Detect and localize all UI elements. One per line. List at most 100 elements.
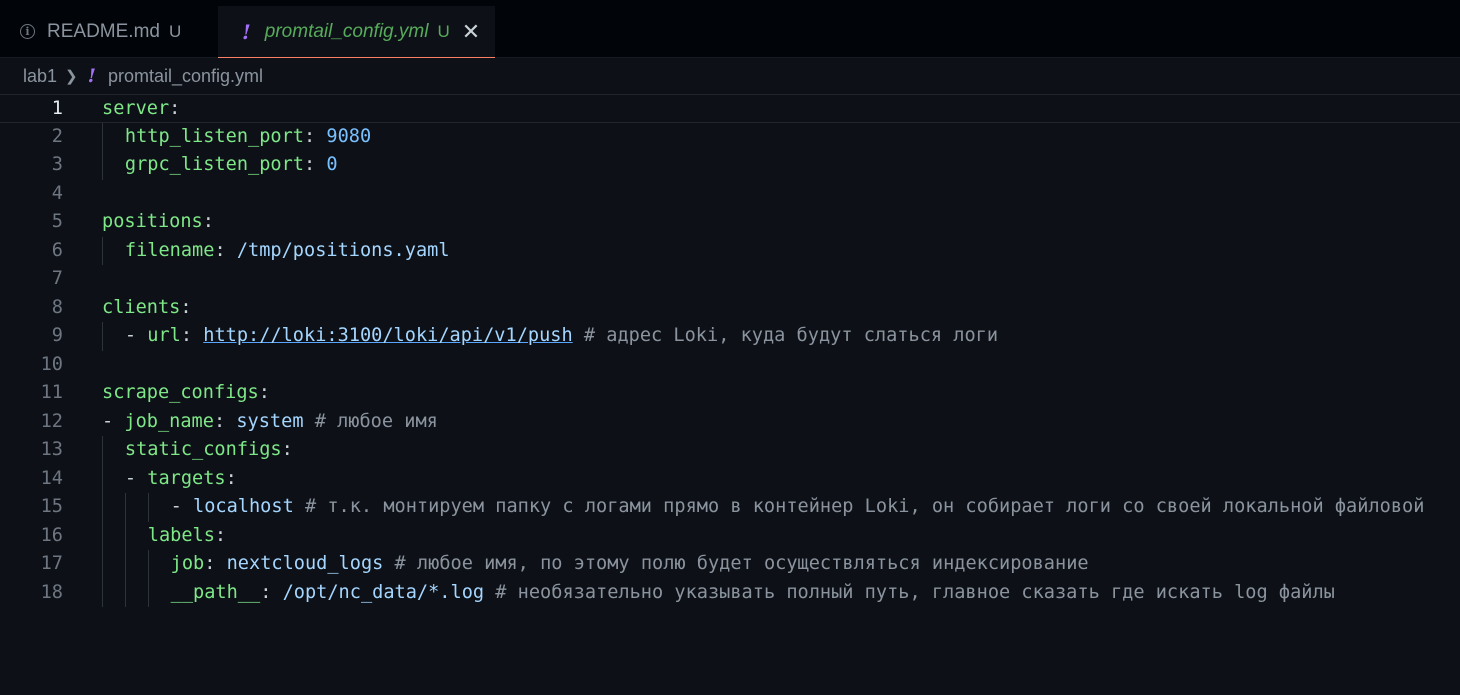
- code-line[interactable]: 4: [0, 180, 1460, 209]
- code-text: static_configs:: [125, 436, 293, 465]
- code-line[interactable]: 18 __path__: /opt/nc_data/*.log # необяза…: [0, 578, 1460, 608]
- line-number: 13: [40, 439, 63, 460]
- tab-readme[interactable]: i README.md U: [0, 6, 218, 57]
- code-token: nextcloud_logs: [226, 553, 384, 574]
- code-line[interactable]: 9 - url: http://loki:3100/loki/api/v1/pus…: [0, 322, 1460, 351]
- line-number: 18: [40, 581, 63, 603]
- code-line[interactable]: 17 job: nextcloud_logs # любое имя, по эт…: [0, 550, 1460, 579]
- code-line[interactable]: 16 labels:: [0, 521, 1460, 551]
- yaml-key: positions: [102, 211, 203, 232]
- indent-guide: [102, 493, 103, 522]
- code-token: :: [202, 211, 214, 232]
- indent-guide: [124, 521, 126, 550]
- breadcrumb-folder[interactable]: lab1: [23, 66, 57, 87]
- code-text: server:: [102, 95, 180, 124]
- code-token: system: [236, 410, 304, 432]
- indent-guide: [124, 578, 126, 607]
- indent-guide: [147, 493, 149, 522]
- indent-guide: [102, 122, 103, 151]
- yaml-key: job_name: [124, 410, 214, 432]
- code-text: http_listen_port: 9080: [125, 123, 371, 152]
- code-token: /opt/nc_data/*.log: [282, 581, 485, 603]
- indent-guide: [102, 322, 103, 351]
- yaml-key: scrape_configs: [102, 382, 259, 403]
- code-text: positions:: [102, 208, 214, 237]
- yaml-exclamation-icon: !: [87, 65, 96, 87]
- code-token: /tmp/positions.yaml: [236, 239, 450, 261]
- code-text: - url: http://loki:3100/loki/api/v1/push…: [125, 322, 998, 351]
- code-token: -: [170, 496, 194, 517]
- breadcrumb: lab1 ❯ ! promtail_config.yml: [0, 58, 1460, 94]
- code-line[interactable]: 11 scrape_configs:: [0, 379, 1460, 408]
- code-editor[interactable]: 1 server: 2 http_listen_port: 9080 3 grpc_lis…: [0, 94, 1460, 607]
- chevron-right-icon: ❯: [65, 68, 78, 85]
- code-text: labels:: [148, 522, 226, 551]
- untracked-badge: U: [437, 21, 450, 41]
- code-line[interactable]: 3 grpc_listen_port: 0: [0, 151, 1460, 180]
- line-number: 11: [40, 382, 63, 403]
- yaml-key: clients: [102, 296, 181, 318]
- code-text: __path__: /opt/nc_data/*.log # необязате…: [171, 579, 1335, 608]
- line-number: 14: [40, 467, 63, 489]
- code-line[interactable]: 7: [0, 265, 1460, 294]
- yaml-key: filename: [124, 239, 215, 261]
- breadcrumb-file[interactable]: promtail_config.yml: [108, 66, 263, 87]
- code-text: clients:: [102, 294, 192, 323]
- untracked-badge: U: [168, 21, 182, 41]
- code-token: 0: [326, 154, 338, 175]
- indent-guide: [124, 550, 126, 579]
- line-number: 7: [51, 268, 63, 289]
- indent-guide: [102, 236, 103, 265]
- code-line[interactable]: 15 - localhost # т.к. монтируем папку с л…: [0, 493, 1460, 522]
- line-number: 9: [51, 325, 63, 346]
- indent-guide: [102, 464, 103, 493]
- line-number: 1: [51, 98, 63, 119]
- code-token: :: [281, 439, 293, 460]
- code-token: :: [169, 98, 181, 119]
- code-text: grpc_listen_port: 0: [125, 151, 338, 180]
- code-comment: # адрес Loki, куда будут слаться логи: [572, 325, 999, 346]
- line-number: 16: [40, 524, 63, 546]
- info-icon: i: [20, 24, 35, 39]
- code-text: - localhost # т.к. монтируем папку с лог…: [171, 493, 1425, 522]
- close-icon[interactable]: ✕: [462, 19, 480, 45]
- tab-title: promtail_config.yml: [264, 20, 429, 42]
- line-number: 10: [40, 353, 63, 375]
- yaml-key: http_listen_port: [124, 125, 304, 147]
- code-token: :: [258, 382, 270, 403]
- code-line[interactable]: 1 server:: [0, 94, 1460, 123]
- tab-title: README.md: [47, 20, 160, 42]
- indent-guide: [102, 436, 103, 465]
- indent-guide: [102, 550, 103, 579]
- code-comment: # любое имя, по этому полю будет осущест…: [383, 553, 1089, 574]
- yaml-key: static_configs: [124, 439, 282, 460]
- code-text: - job_name: system # любое имя: [102, 408, 438, 437]
- code-comment: # необязательно указывать полный путь, г…: [484, 581, 1335, 603]
- code-token: :: [180, 325, 204, 346]
- code-line[interactable]: 12 - job_name: system # любое имя: [0, 408, 1460, 437]
- indent-guide: [147, 550, 149, 579]
- code-comment: # т.к. монтируем папку с логами прямо в …: [293, 496, 1425, 517]
- yaml-key: url: [147, 325, 181, 346]
- yaml-exclamation-icon: !: [242, 19, 251, 44]
- code-token: :: [213, 410, 237, 432]
- url-link[interactable]: http://loki:3100/loki/api/v1/push: [203, 325, 572, 346]
- code-line[interactable]: 8 clients:: [0, 294, 1460, 323]
- yaml-key: server: [102, 98, 170, 119]
- indent-guide: [102, 578, 103, 607]
- indent-guide: [124, 493, 126, 522]
- line-number: 8: [51, 296, 63, 318]
- yaml-key: labels: [147, 524, 215, 546]
- yaml-key: grpc_listen_port: [124, 154, 304, 175]
- tab-promtail-config[interactable]: ! promtail_config.yml U ✕: [218, 6, 495, 58]
- code-line[interactable]: 5 positions:: [0, 208, 1460, 237]
- code-line[interactable]: 10: [0, 351, 1460, 380]
- code-comment: # любое имя: [303, 410, 438, 432]
- code-line[interactable]: 14 - targets:: [0, 464, 1460, 494]
- code-line[interactable]: 2 http_listen_port: 9080: [0, 122, 1460, 152]
- code-token: :: [214, 524, 227, 546]
- code-line[interactable]: 13 static_configs:: [0, 436, 1460, 465]
- code-text: - targets:: [125, 465, 237, 494]
- yaml-key: targets: [147, 467, 226, 489]
- code-line[interactable]: 6 filename: /tmp/positions.yaml: [0, 236, 1460, 265]
